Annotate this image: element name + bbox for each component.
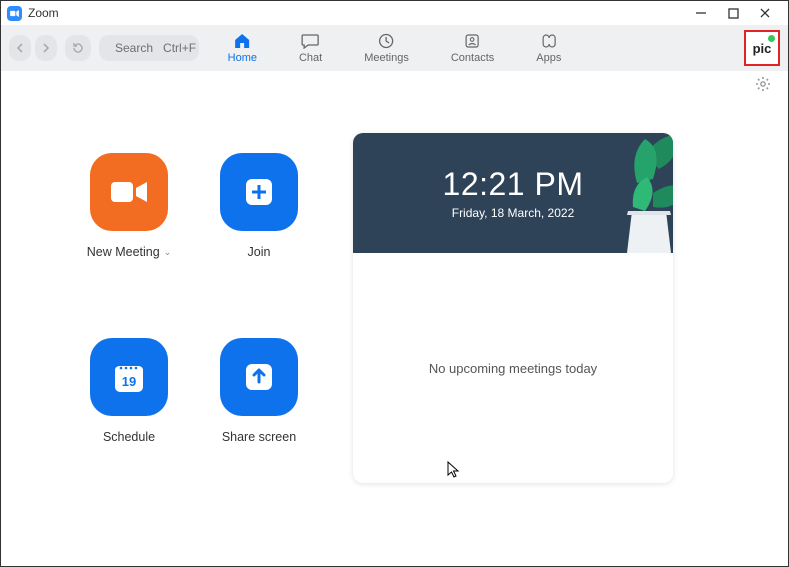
chat-icon <box>302 32 320 50</box>
maximize-button[interactable] <box>726 6 740 20</box>
tab-contacts[interactable]: Contacts <box>447 30 498 66</box>
toolbar: Search Ctrl+F Home Chat Meetings Contact… <box>1 25 788 71</box>
action-label: New Meeting <box>87 245 160 259</box>
tab-chat[interactable]: Chat <box>295 30 326 66</box>
search-shortcut: Ctrl+F <box>163 41 196 55</box>
tab-home[interactable]: Home <box>224 30 261 66</box>
main-area: New Meeting ⌄ Join 19 Schedule Share scre… <box>1 93 788 503</box>
contacts-icon <box>464 32 482 50</box>
actions-grid: New Meeting ⌄ Join 19 Schedule Share scre… <box>69 153 319 483</box>
action-label: Join <box>248 245 271 259</box>
video-icon <box>90 153 168 231</box>
share-icon <box>220 338 298 416</box>
empty-meetings-text: No upcoming meetings today <box>429 361 597 376</box>
search-label: Search <box>115 41 153 55</box>
tab-label: Meetings <box>364 52 409 64</box>
clock-time: 12:21 PM <box>443 166 584 203</box>
tab-label: Chat <box>299 52 322 64</box>
back-button[interactable] <box>9 35 31 61</box>
tab-label: Apps <box>536 52 561 64</box>
tab-meetings[interactable]: Meetings <box>360 30 413 66</box>
home-icon <box>233 32 251 50</box>
join-button[interactable]: Join <box>199 153 319 298</box>
avatar[interactable]: pic <box>744 30 780 66</box>
card-header: 12:21 PM Friday, 18 March, 2022 <box>353 133 673 253</box>
clock-icon <box>378 32 396 50</box>
settings-button[interactable] <box>754 75 772 93</box>
history-button[interactable] <box>65 35 91 61</box>
action-label: Schedule <box>103 430 155 444</box>
action-label: Share screen <box>222 430 296 444</box>
plant-illustration <box>593 133 673 253</box>
forward-button[interactable] <box>35 35 57 61</box>
gear-icon <box>754 75 772 93</box>
plus-icon <box>220 153 298 231</box>
svg-text:19: 19 <box>122 374 136 389</box>
tabs: Home Chat Meetings Contacts Apps <box>224 30 566 66</box>
minimize-button[interactable] <box>694 6 708 20</box>
titlebar: Zoom <box>1 1 788 25</box>
clock-date: Friday, 18 March, 2022 <box>452 206 575 220</box>
calendar-icon: 19 <box>90 338 168 416</box>
share-screen-button[interactable]: Share screen <box>199 338 319 483</box>
tab-label: Home <box>228 52 257 64</box>
card-body: No upcoming meetings today <box>353 253 673 483</box>
schedule-button[interactable]: 19 Schedule <box>69 338 189 483</box>
close-button[interactable] <box>758 6 772 20</box>
info-card: 12:21 PM Friday, 18 March, 2022 No upcom… <box>353 133 673 483</box>
search-input[interactable]: Search Ctrl+F <box>99 35 199 61</box>
presence-indicator <box>768 35 775 42</box>
tab-label: Contacts <box>451 52 494 64</box>
chevron-down-icon: ⌄ <box>164 247 172 258</box>
avatar-text: pic <box>753 41 772 56</box>
new-meeting-button[interactable]: New Meeting ⌄ <box>69 153 189 298</box>
apps-icon <box>540 32 558 50</box>
tab-apps[interactable]: Apps <box>532 30 565 66</box>
app-logo <box>7 6 22 21</box>
window-title: Zoom <box>28 6 59 20</box>
